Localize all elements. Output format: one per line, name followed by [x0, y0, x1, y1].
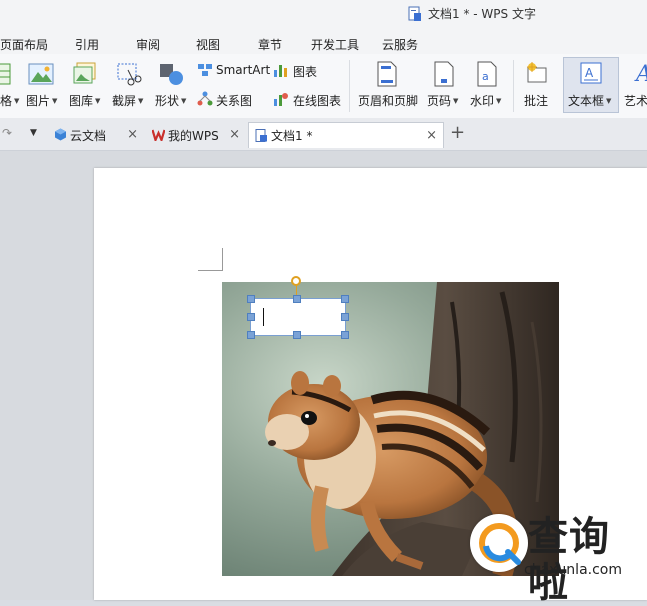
- wps-writer-icon: [408, 6, 421, 21]
- close-icon[interactable]: ×: [229, 127, 240, 142]
- menu-cloud-services[interactable]: 云服务: [382, 36, 418, 53]
- table-button[interactable]: 格 ▼: [0, 92, 19, 109]
- window-title: 文档1 * - WPS 文字: [428, 7, 536, 21]
- resize-handle-bottom[interactable]: [293, 331, 301, 339]
- scissors-icon: [117, 63, 142, 86]
- page-number-button[interactable]: 页码 ▼: [427, 92, 458, 109]
- table-label: 格: [0, 94, 13, 108]
- query-q-logo-icon: [479, 523, 521, 565]
- header-footer-button[interactable]: 页眉和页脚: [358, 92, 418, 109]
- wordart-icon: A: [634, 62, 647, 87]
- resize-handle-top-right[interactable]: [341, 295, 349, 303]
- shapes-button[interactable]: 形状 ▼: [155, 92, 186, 109]
- watermark-label: 水印: [470, 94, 495, 108]
- wps-logo-icon: [152, 129, 165, 141]
- rotate-handle[interactable]: [291, 276, 301, 286]
- menu-review[interactable]: 审阅: [136, 36, 160, 53]
- comment-button[interactable]: 批注: [524, 92, 548, 109]
- smartart-icon: [198, 64, 212, 76]
- ribbon-separator: [349, 60, 350, 112]
- ribbon-separator: [513, 60, 514, 112]
- textbox-button[interactable]: 文本框 ▼: [568, 92, 611, 109]
- watermark-logo-badge: [470, 514, 528, 572]
- text-cursor: [263, 308, 264, 326]
- page-number-icon: [434, 61, 454, 87]
- resize-handle-left[interactable]: [247, 313, 255, 321]
- watermark-icon: a: [477, 61, 497, 87]
- watermark-brand-text: 查询啦: [528, 514, 610, 606]
- chevron-down-icon: ▼: [14, 97, 20, 105]
- tab-my-wps[interactable]: 我的WPS ×: [146, 122, 246, 148]
- margin-corner-mark: [198, 248, 223, 271]
- online-chart-button[interactable]: 在线图表: [293, 92, 341, 109]
- shapes-label: 形状: [155, 94, 180, 108]
- textbox-label: 文本框: [568, 94, 605, 108]
- textbox-icon: A: [580, 62, 602, 84]
- resize-handle-top-left[interactable]: [247, 295, 255, 303]
- relation-chart-icon: [197, 91, 213, 106]
- chevron-down-icon: ▼: [95, 97, 101, 105]
- ribbon-toolbar: 格 ▼ 图片 ▼ 图库 ▼ 截屏 ▼ 形状 ▼ SmartArt 关系图 图表 …: [0, 54, 647, 119]
- watermark-button[interactable]: 水印 ▼: [470, 92, 501, 109]
- menu-view[interactable]: 视图: [196, 36, 220, 53]
- shapes-icon: [160, 64, 183, 85]
- menu-page-layout[interactable]: 页面布局: [0, 36, 48, 53]
- comment-icon: [527, 62, 547, 83]
- screenshot-button[interactable]: 截屏 ▼: [112, 92, 143, 109]
- picture-label: 图片: [26, 94, 51, 108]
- menu-sections[interactable]: 章节: [258, 36, 282, 53]
- chart-button[interactable]: 图表: [293, 63, 317, 80]
- menu-bar: 页面布局 引用 审阅 视图 章节 开发工具 云服务: [0, 30, 647, 54]
- relation-chart-button[interactable]: 关系图: [216, 92, 252, 109]
- document-icon: [255, 129, 267, 142]
- menu-references[interactable]: 引用: [75, 36, 99, 53]
- page-number-label: 页码: [427, 94, 452, 108]
- header-footer-icon: [377, 61, 397, 87]
- chevron-down-icon: ▼: [453, 97, 459, 105]
- picture-icon: [28, 63, 54, 85]
- menu-developer-tools[interactable]: 开发工具: [311, 36, 359, 53]
- resize-handle-top[interactable]: [293, 295, 301, 303]
- chevron-down-icon: ▼: [496, 97, 502, 105]
- tab-document-1[interactable]: 文档1 * ×: [248, 122, 444, 148]
- gallery-label: 图库: [69, 94, 94, 108]
- tab-label: 我的WPS: [168, 128, 219, 143]
- chevron-down-icon: ▼: [138, 97, 144, 105]
- wordart-button[interactable]: 艺术: [624, 92, 647, 109]
- svg-text:A: A: [585, 66, 594, 80]
- title-bar: 文档1 * - WPS 文字: [0, 0, 647, 30]
- tab-label: 文档1 *: [271, 129, 313, 143]
- tab-label: 云文档: [70, 128, 107, 143]
- resize-handle-bottom-left[interactable]: [247, 331, 255, 339]
- table-icon: [0, 63, 11, 85]
- picture-button[interactable]: 图片 ▼: [26, 92, 57, 109]
- smartart-button[interactable]: SmartArt: [216, 63, 270, 77]
- chevron-down-icon[interactable]: ▼: [30, 128, 37, 138]
- window-title-group: 文档1 * - WPS 文字: [408, 5, 536, 22]
- resize-handle-bottom-right[interactable]: [341, 331, 349, 339]
- chevron-down-icon: ▼: [52, 97, 58, 105]
- gallery-icon: [73, 62, 96, 84]
- svg-text:A: A: [634, 62, 647, 87]
- svg-text:a: a: [482, 70, 489, 83]
- close-icon[interactable]: ×: [426, 128, 437, 143]
- document-tab-bar: ↷ ▼ 云文档 × 我的WPS × 文档1 * × +: [0, 118, 647, 151]
- chevron-down-icon: ▼: [181, 97, 187, 105]
- resize-handle-right[interactable]: [341, 313, 349, 321]
- bar-chart-icon: [274, 65, 287, 77]
- tab-cloud-docs[interactable]: 云文档 ×: [48, 122, 144, 148]
- watermark-url: chaxunla.com: [524, 562, 622, 578]
- online-chart-icon: [274, 93, 288, 106]
- chevron-down-icon: ▼: [606, 97, 612, 105]
- new-tab-plus-icon[interactable]: +: [450, 122, 465, 143]
- screenshot-label: 截屏: [112, 94, 137, 108]
- gallery-button[interactable]: 图库 ▼: [69, 92, 100, 109]
- cloud-docs-icon: [55, 128, 66, 141]
- redo-icon[interactable]: ↷: [2, 126, 12, 140]
- close-icon[interactable]: ×: [127, 127, 138, 142]
